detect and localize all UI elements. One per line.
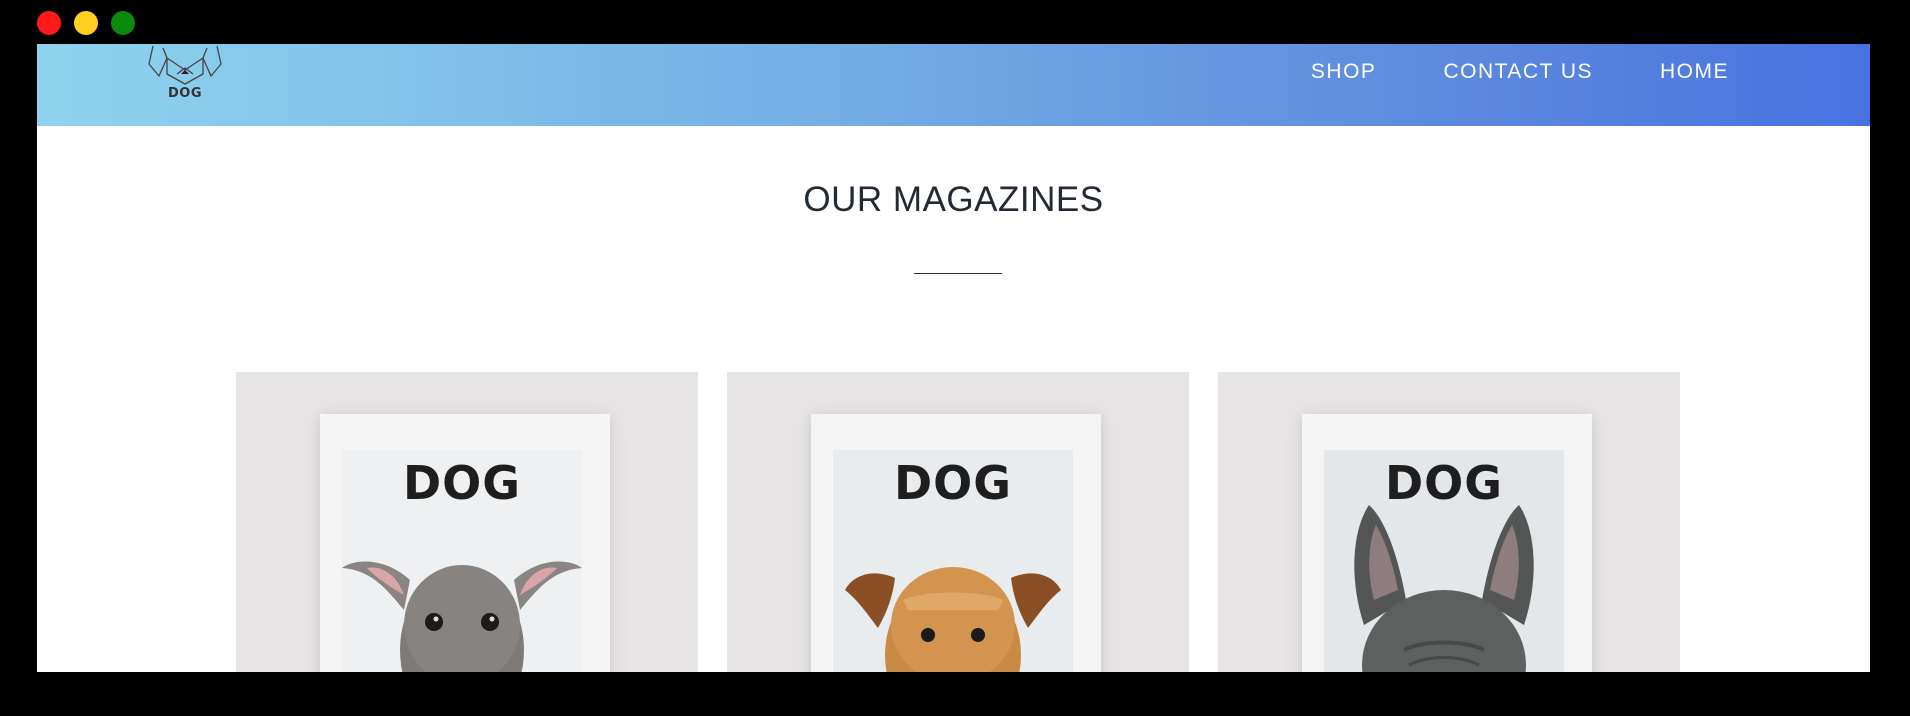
nav-link-home[interactable]: HOME	[1660, 60, 1729, 84]
minimize-window-button[interactable]	[74, 11, 98, 35]
magazine-grid: DOG DOG DOG	[236, 372, 1680, 672]
cover-photo: DOG	[342, 450, 582, 672]
nav-link-shop[interactable]: SHOP	[1311, 60, 1377, 84]
site-logo[interactable]: DOG	[145, 44, 225, 106]
nav-link-contact-us[interactable]: CONTACT US	[1443, 60, 1593, 84]
magazine-cover: DOG	[1302, 414, 1592, 672]
logo-text: DOG	[167, 86, 202, 101]
magazine-card[interactable]: DOG	[236, 372, 698, 672]
page-viewport: DOG SHOP CONTACT US HOME OUR MAGAZINES D…	[37, 44, 1870, 672]
close-window-button[interactable]	[37, 11, 61, 35]
top-navbar: DOG SHOP CONTACT US HOME	[37, 44, 1870, 126]
maximize-window-button[interactable]	[111, 11, 135, 35]
cover-photo: DOG	[833, 450, 1073, 672]
magazine-cover-title: DOG	[893, 456, 1013, 510]
title-divider	[914, 273, 1002, 274]
main-nav: SHOP CONTACT US HOME	[1311, 44, 1729, 100]
magazine-card[interactable]: DOG	[1218, 372, 1680, 672]
magazine-cover-title: DOG	[1384, 456, 1504, 510]
magazine-cover: DOG	[811, 414, 1101, 672]
magazine-cover: DOG	[320, 414, 610, 672]
magazine-card[interactable]: DOG	[727, 372, 1189, 672]
section-title: OUR MAGAZINES	[803, 180, 1104, 219]
magazine-cover-title: DOG	[402, 456, 522, 510]
window-controls	[37, 11, 135, 35]
cover-photo: DOG	[1324, 450, 1564, 672]
browser-window: DOG SHOP CONTACT US HOME OUR MAGAZINES D…	[0, 0, 1910, 716]
